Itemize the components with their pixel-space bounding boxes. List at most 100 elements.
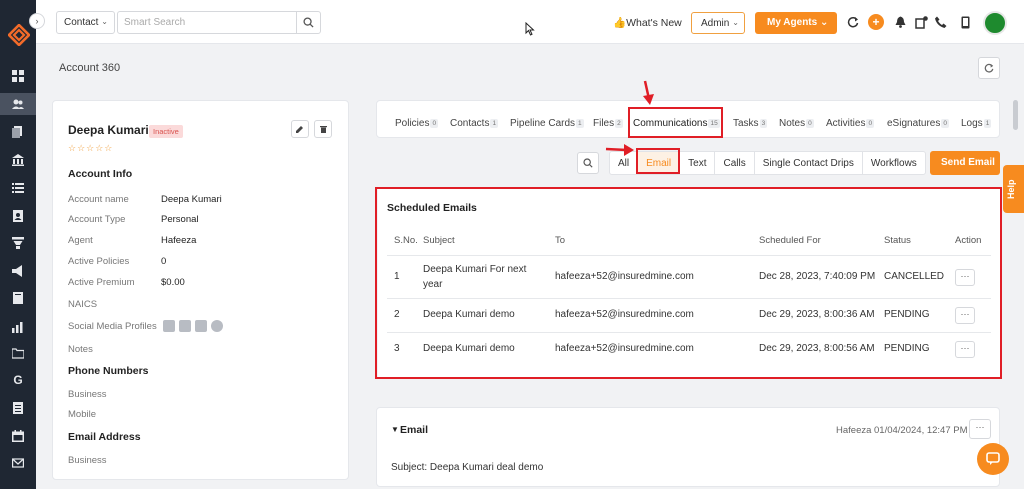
my-agents-button[interactable]: My Agents ⌄ bbox=[755, 12, 837, 34]
email-action-menu[interactable]: ··· bbox=[969, 419, 991, 439]
chart-icon[interactable] bbox=[0, 316, 36, 338]
insuredmine-logo[interactable] bbox=[8, 24, 30, 46]
pencil-icon bbox=[296, 126, 303, 133]
edit-account-button[interactable] bbox=[291, 120, 309, 138]
contact-card-icon[interactable] bbox=[0, 205, 36, 227]
tab-count-badge: 1 bbox=[576, 118, 584, 128]
tab-count-badge: 3 bbox=[759, 118, 768, 128]
google-icon[interactable]: G bbox=[0, 369, 36, 391]
field-label-email-business: Business bbox=[68, 455, 107, 466]
report-icon[interactable] bbox=[0, 397, 36, 419]
annotation-box-email bbox=[636, 148, 680, 174]
account-info-panel: Deepa Kumari Inactive ☆☆☆☆☆ Account Info… bbox=[52, 100, 349, 480]
help-tab[interactable]: Help bbox=[1003, 165, 1024, 213]
twitter-icon[interactable] bbox=[195, 320, 207, 332]
send-email-button[interactable]: Send Email bbox=[930, 151, 1000, 175]
tab-label: Tasks bbox=[733, 118, 759, 129]
social-media-icons bbox=[163, 320, 223, 332]
mail-icon[interactable] bbox=[0, 452, 36, 474]
communications-search-button[interactable] bbox=[577, 152, 599, 174]
search-button[interactable] bbox=[296, 11, 321, 34]
phone-icon[interactable] bbox=[934, 15, 948, 29]
tab-esignatures[interactable]: eSignatures 0 bbox=[887, 118, 949, 129]
website-globe-icon[interactable] bbox=[211, 320, 223, 332]
field-label-phone-business: Business bbox=[68, 389, 107, 400]
field-value-account-type: Personal bbox=[161, 214, 199, 225]
field-label-social-media: Social Media Profiles bbox=[68, 321, 157, 332]
notification-badge-icon[interactable] bbox=[914, 15, 928, 29]
field-value-agent: Hafeeza bbox=[161, 235, 197, 246]
book-icon[interactable] bbox=[0, 287, 36, 309]
tab-policies[interactable]: Policies 0 bbox=[395, 118, 439, 129]
bank-icon[interactable] bbox=[0, 149, 36, 171]
bell-icon[interactable] bbox=[893, 15, 907, 29]
tab-pipeline-cards[interactable]: Pipeline Cards 1 bbox=[510, 118, 584, 129]
annotation-box-scheduled-emails bbox=[375, 187, 1002, 379]
tab-label: Logs bbox=[961, 118, 983, 129]
status-badge: Inactive bbox=[149, 125, 183, 138]
tab-activities[interactable]: Activities 0 bbox=[826, 118, 875, 129]
annotation-arrow-down-icon bbox=[643, 80, 654, 105]
tab-label: Policies bbox=[395, 118, 430, 129]
email-detail-subject: Subject: Deepa Kumari deal demo bbox=[391, 462, 544, 473]
help-label: Help bbox=[1006, 179, 1016, 199]
user-avatar[interactable] bbox=[983, 11, 1007, 35]
admin-select[interactable]: Admin ⌄ bbox=[691, 12, 745, 34]
smart-search-input[interactable]: Smart Search bbox=[117, 11, 297, 34]
refresh-button[interactable] bbox=[978, 57, 1000, 79]
field-label-naics: NAICS bbox=[68, 299, 98, 310]
delete-account-button[interactable] bbox=[314, 120, 332, 138]
tab-files[interactable]: Files 2 bbox=[593, 118, 623, 129]
filter-single-contact-drips[interactable]: Single Contact Drips bbox=[755, 152, 863, 174]
filter-calls[interactable]: Calls bbox=[715, 152, 755, 174]
field-label-active-premium: Active Premium bbox=[68, 277, 135, 288]
calendar-icon[interactable] bbox=[0, 425, 36, 447]
tab-logs[interactable]: Logs 1 bbox=[961, 118, 992, 129]
linkedin-icon[interactable] bbox=[163, 320, 175, 332]
folder-icon[interactable] bbox=[0, 342, 36, 364]
filter-icon[interactable] bbox=[0, 232, 36, 254]
accounts-icon[interactable] bbox=[0, 93, 36, 115]
annotation-arrow-right-icon bbox=[605, 144, 634, 156]
phone-numbers-title: Phone Numbers bbox=[68, 365, 149, 377]
tab-label: Pipeline Cards bbox=[510, 118, 576, 129]
megaphone-icon[interactable] bbox=[0, 260, 36, 282]
tab-notes[interactable]: Notes 0 bbox=[779, 118, 814, 129]
whats-new-link[interactable]: 👍What's New bbox=[613, 16, 682, 29]
mouse-cursor-icon bbox=[525, 22, 535, 36]
quick-add-button[interactable]: + bbox=[868, 14, 884, 30]
tab-label: Notes bbox=[779, 118, 806, 129]
tab-count-badge: 0 bbox=[941, 118, 949, 128]
tab-count-badge: 1 bbox=[983, 118, 992, 128]
search-icon bbox=[303, 17, 314, 28]
dashboard-icon[interactable] bbox=[0, 65, 36, 87]
list-icon[interactable] bbox=[0, 177, 36, 199]
rating-stars[interactable]: ☆☆☆☆☆ bbox=[68, 143, 113, 154]
account-info-title: Account Info bbox=[68, 168, 133, 180]
field-label-agent: Agent bbox=[68, 235, 93, 246]
filter-workflows[interactable]: Workflows bbox=[863, 152, 925, 174]
documents-icon[interactable] bbox=[0, 121, 36, 143]
tab-contacts[interactable]: Contacts 1 bbox=[450, 118, 499, 129]
filter-text[interactable]: Text bbox=[680, 152, 716, 174]
tab-count-badge: 2 bbox=[615, 118, 623, 128]
page-scrollbar[interactable] bbox=[1013, 100, 1018, 130]
email-detail-meta: Hafeeza 01/04/2024, 12:47 PM bbox=[836, 425, 968, 436]
refresh-icon bbox=[984, 63, 994, 73]
tab-tasks[interactable]: Tasks 3 bbox=[733, 118, 768, 129]
field-label-notes: Notes bbox=[68, 344, 93, 355]
tab-label: Contacts bbox=[450, 118, 490, 129]
facebook-icon[interactable] bbox=[179, 320, 191, 332]
mobile-device-icon[interactable] bbox=[958, 15, 972, 29]
caret-down-icon[interactable]: ▼ bbox=[391, 425, 399, 434]
chat-button[interactable] bbox=[977, 443, 1009, 475]
search-scope-select[interactable]: Contact ⌄ bbox=[56, 11, 115, 34]
field-label-account-type: Account Type bbox=[68, 214, 126, 225]
chevron-down-icon: ⌄ bbox=[732, 18, 739, 27]
sidebar-expand-button[interactable]: › bbox=[29, 13, 45, 29]
sync-icon[interactable] bbox=[846, 15, 860, 29]
tab-count-badge: 0 bbox=[430, 118, 439, 128]
email-detail-title[interactable]: Email bbox=[400, 424, 428, 436]
annotation-box-communications bbox=[628, 107, 723, 138]
admin-select-value: Admin bbox=[701, 18, 730, 29]
